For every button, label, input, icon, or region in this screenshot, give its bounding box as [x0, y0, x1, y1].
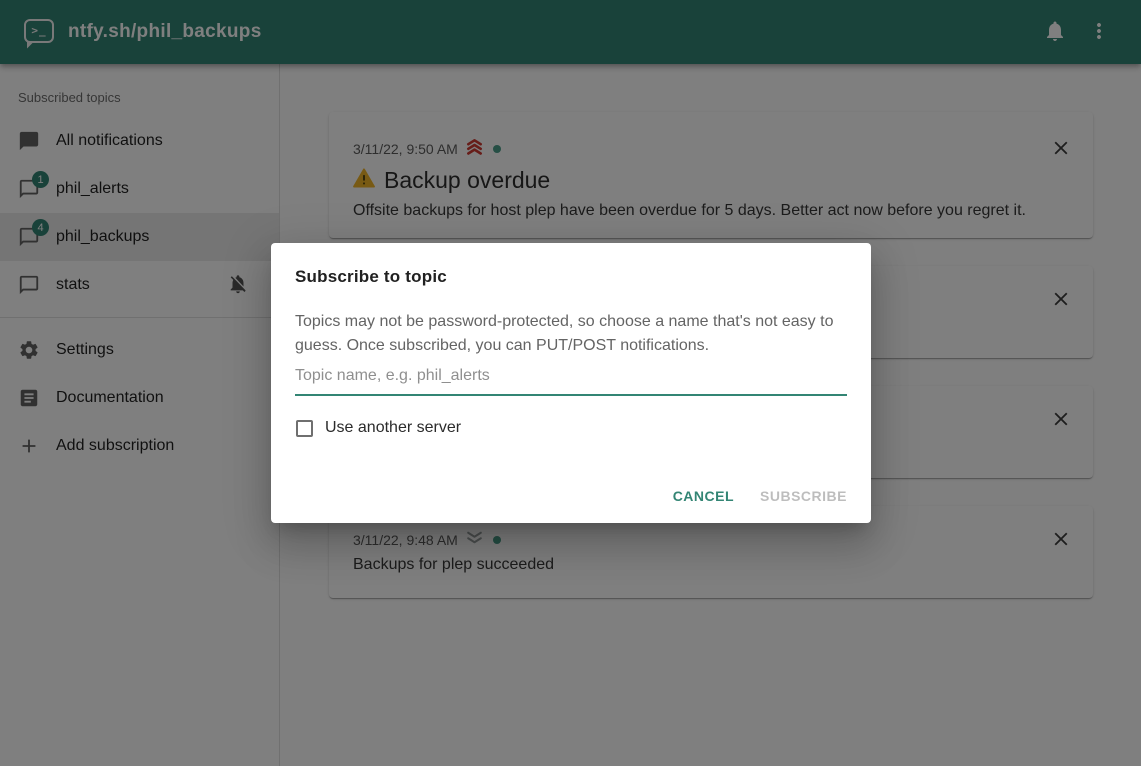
checkbox-label: Use another server — [325, 419, 461, 437]
use-another-server-checkbox-row[interactable]: Use another server — [296, 419, 461, 437]
subscribe-dialog: Subscribe to topic Topics may not be pas… — [271, 243, 871, 523]
checkbox-unchecked-icon[interactable] — [296, 420, 313, 437]
ntfy-app: >_ ntfy.sh/phil_backups Subscribed topic… — [0, 0, 1141, 766]
dialog-description: Topics may not be password-protected, so… — [295, 310, 847, 358]
cancel-button[interactable]: CANCEL — [665, 479, 742, 513]
dialog-actions: CANCEL SUBSCRIBE — [665, 479, 855, 513]
topic-name-field-wrap — [295, 361, 847, 396]
dialog-title: Subscribe to topic — [295, 267, 447, 287]
subscribe-button[interactable]: SUBSCRIBE — [752, 479, 855, 513]
topic-name-input[interactable] — [295, 361, 847, 394]
